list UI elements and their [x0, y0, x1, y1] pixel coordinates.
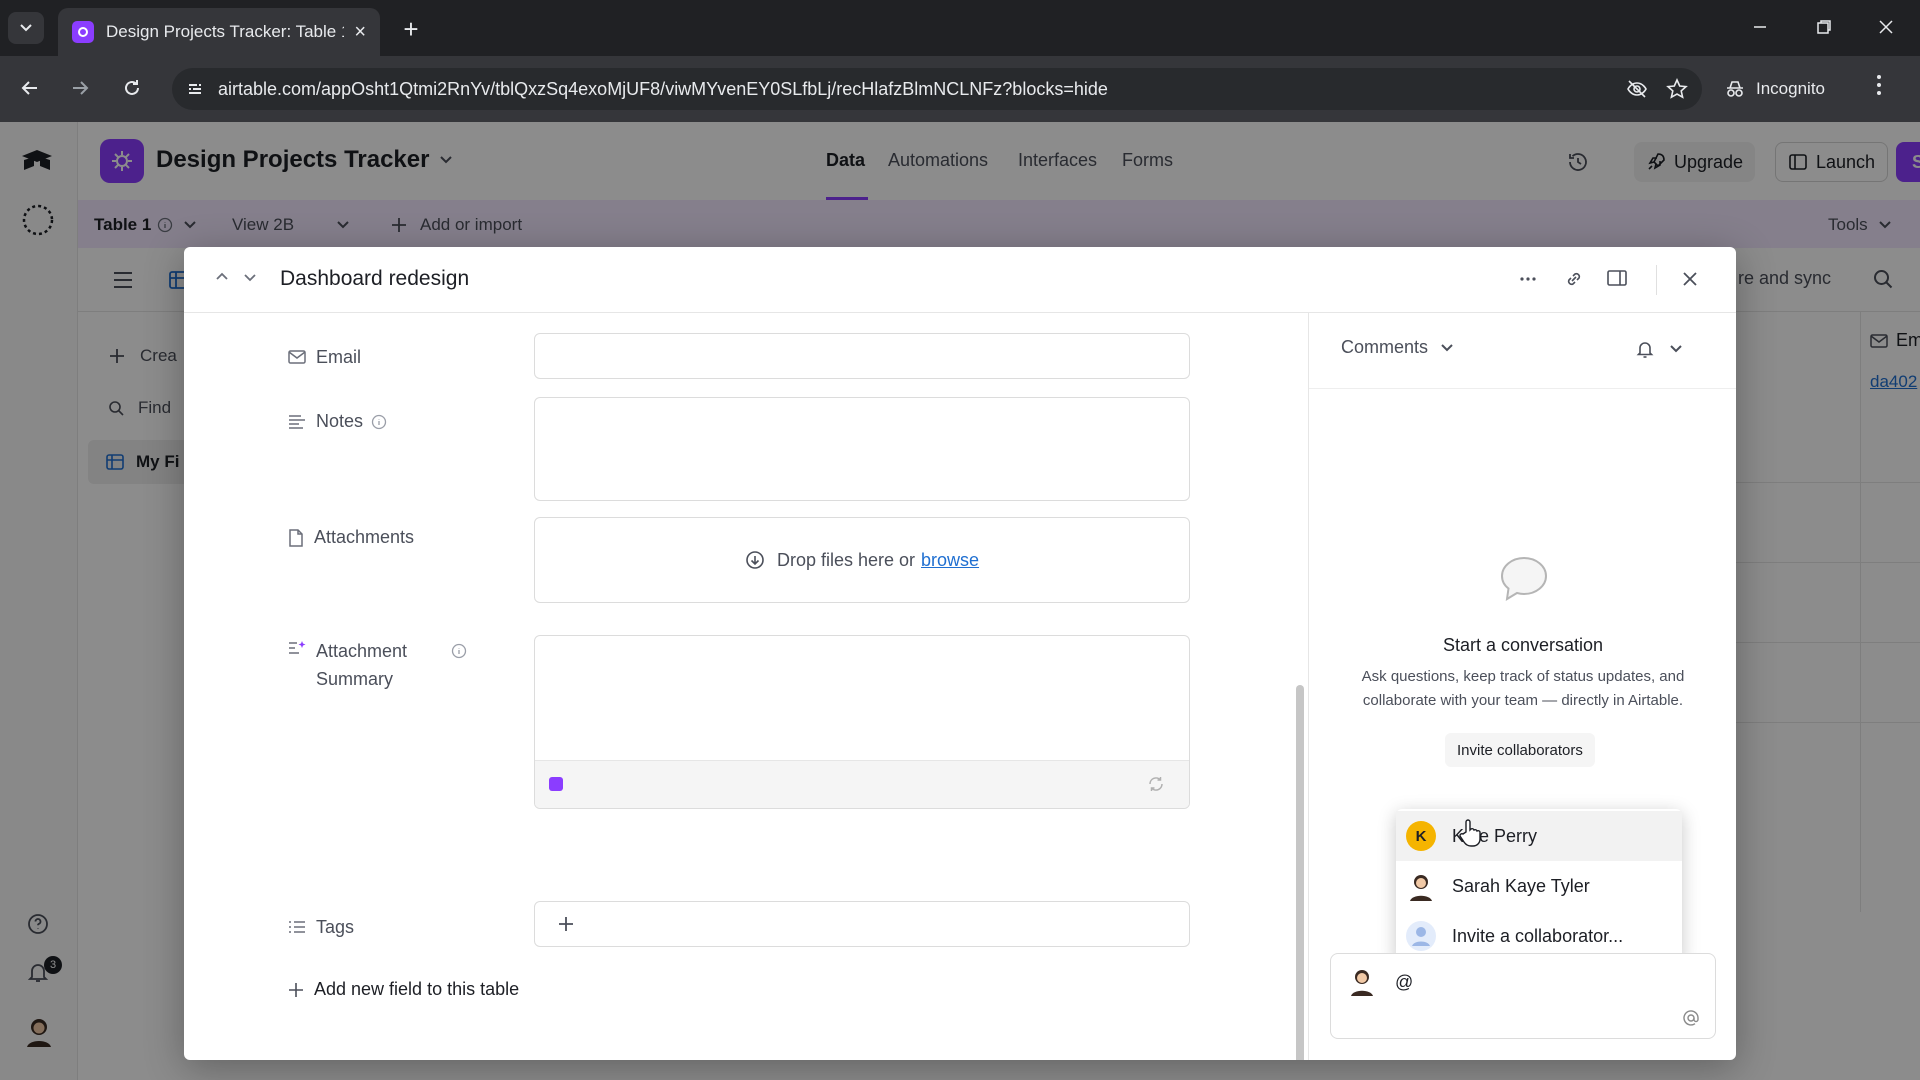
- ai-field-footer: [535, 760, 1189, 808]
- mention-option[interactable]: Sarah Kaye Tyler: [1396, 861, 1682, 911]
- tags-field-label: Tags: [288, 917, 354, 938]
- email-field[interactable]: [534, 333, 1190, 379]
- dropzone-content: Drop files here or browse: [535, 518, 1189, 602]
- copy-link-icon[interactable]: [1564, 269, 1584, 289]
- comment-input[interactable]: @: [1395, 972, 1413, 993]
- long-text-icon: [289, 415, 305, 429]
- tags-field[interactable]: [534, 901, 1190, 947]
- add-tag-icon[interactable]: [557, 915, 575, 933]
- minimize-icon[interactable]: [1736, 10, 1784, 44]
- bookmark-star-icon[interactable]: [1666, 78, 1688, 100]
- browser-menu-icon[interactable]: [1876, 74, 1882, 96]
- incognito-label: Incognito: [1756, 79, 1825, 98]
- info-icon[interactable]: [451, 643, 467, 659]
- close-tab-icon[interactable]: ×: [354, 21, 366, 44]
- upload-icon: [746, 551, 764, 569]
- airtable-favicon-icon: [72, 21, 94, 43]
- attachment-summary-field[interactable]: [534, 635, 1190, 809]
- plus-icon: [289, 982, 303, 997]
- browser-toolbar: airtable.com/appOsht1Qtmi2RnYv/tblQxzSq4…: [0, 56, 1920, 122]
- browser-tab-strip: Design Projects Tracker: Table 1 × +: [0, 0, 1920, 56]
- comments-title-label: Comments: [1341, 337, 1429, 357]
- previous-record-icon[interactable]: [214, 269, 230, 285]
- multi-select-icon: [289, 921, 305, 933]
- eye-off-icon[interactable]: [1626, 78, 1648, 100]
- avatar: [1347, 966, 1377, 996]
- header-divider: [1656, 265, 1657, 295]
- more-options-icon[interactable]: [1518, 269, 1538, 289]
- url-text: airtable.com/appOsht1Qtmi2RnYv/tblQxzSq4…: [218, 78, 1108, 99]
- attachment-summary-label-line-1: Attachment: [316, 641, 408, 661]
- mention-at-icon[interactable]: [1683, 1010, 1699, 1026]
- next-record-icon[interactable]: [242, 269, 258, 285]
- chevron-down-icon: [1670, 345, 1682, 353]
- new-tab-button[interactable]: +: [396, 14, 426, 44]
- avatar: [1406, 871, 1436, 901]
- browse-link[interactable]: browse: [921, 550, 979, 571]
- attachment-summary-field-label: Attachment Summary: [288, 637, 467, 693]
- tags-label-text: Tags: [316, 917, 355, 937]
- site-settings-icon[interactable]: [186, 80, 204, 98]
- notes-label-text: Notes: [316, 411, 364, 431]
- notes-field[interactable]: [534, 397, 1190, 501]
- mention-name: Sarah Kaye Tyler: [1452, 875, 1590, 896]
- record-header: Dashboard redesign: [184, 247, 1736, 313]
- tab-search-button[interactable]: [8, 12, 44, 44]
- invite-collaborators-button[interactable]: Invite collaborators: [1445, 733, 1595, 767]
- attachments-field-label: Attachments: [288, 527, 414, 548]
- address-bar[interactable]: airtable.com/appOsht1Qtmi2RnYv/tblQxzSq4…: [172, 68, 1702, 110]
- comments-header: Comments: [1309, 313, 1736, 389]
- add-new-field-label: Add new field to this table: [314, 979, 520, 999]
- close-window-icon[interactable]: [1862, 10, 1910, 44]
- ai-generate-icon[interactable]: [549, 777, 563, 791]
- tab-title: Design Projects Tracker: Table 1: [106, 22, 345, 41]
- ai-field-icon: [289, 641, 306, 654]
- chevron-down-icon: [1441, 343, 1453, 351]
- notes-field-label: Notes: [288, 411, 387, 432]
- chevron-down-icon: [20, 24, 32, 32]
- mention-suggestions: K Kate Perry Sarah Kaye Tyler Invite a c…: [1396, 809, 1682, 963]
- forward-icon[interactable]: [62, 70, 98, 106]
- attachment-summary-label-line-2: Summary: [316, 669, 394, 689]
- avatar: K: [1406, 821, 1436, 851]
- back-icon[interactable]: [12, 70, 48, 106]
- comment-composer[interactable]: @: [1330, 953, 1716, 1039]
- record-title: Dashboard redesign: [280, 267, 470, 290]
- bell-icon: [1636, 342, 1654, 358]
- mention-option[interactable]: K Kate Perry: [1396, 811, 1682, 861]
- conversation-bubble-icon: [1499, 555, 1549, 603]
- email-label-text: Email: [316, 347, 362, 367]
- empty-state-title: Start a conversation: [1442, 635, 1604, 655]
- comments-filter-dropdown[interactable]: Comments: [1341, 337, 1454, 358]
- incognito-icon: [1727, 81, 1743, 97]
- browser-tab-active[interactable]: Design Projects Tracker: Table 1 ×: [58, 8, 380, 56]
- close-icon[interactable]: [1680, 269, 1700, 289]
- fields-scrollbar[interactable]: [1296, 685, 1304, 1060]
- mention-name: Invite a collaborator...: [1452, 925, 1624, 946]
- mail-icon: [288, 350, 306, 364]
- incognito-indicator[interactable]: Incognito: [1724, 70, 1854, 108]
- comment-notifications-dropdown[interactable]: [1635, 339, 1683, 359]
- avatar: [1406, 921, 1436, 951]
- restore-icon[interactable]: [1800, 10, 1848, 44]
- attachments-dropzone[interactable]: Drop files here or browse: [534, 517, 1190, 603]
- info-icon[interactable]: [371, 414, 387, 430]
- empty-state-description: Ask questions, keep track of status upda…: [1361, 668, 1685, 709]
- attachments-label-text: Attachments: [314, 527, 415, 547]
- comments-toggle-icon[interactable]: [1606, 269, 1628, 289]
- fields-pane: Email Notes Attachments Drop files here …: [184, 313, 1308, 1060]
- hand-cursor-icon: [1458, 818, 1484, 848]
- add-new-field-button[interactable]: Add new field to this table: [288, 979, 519, 1000]
- file-icon: [289, 529, 303, 547]
- dropzone-text: Drop files here or: [776, 549, 916, 570]
- reload-icon[interactable]: [114, 70, 150, 106]
- attachment-summary-label-text: Attachment Summary: [316, 637, 407, 693]
- refresh-icon[interactable]: [1147, 775, 1165, 793]
- email-field-label: Email: [288, 347, 361, 368]
